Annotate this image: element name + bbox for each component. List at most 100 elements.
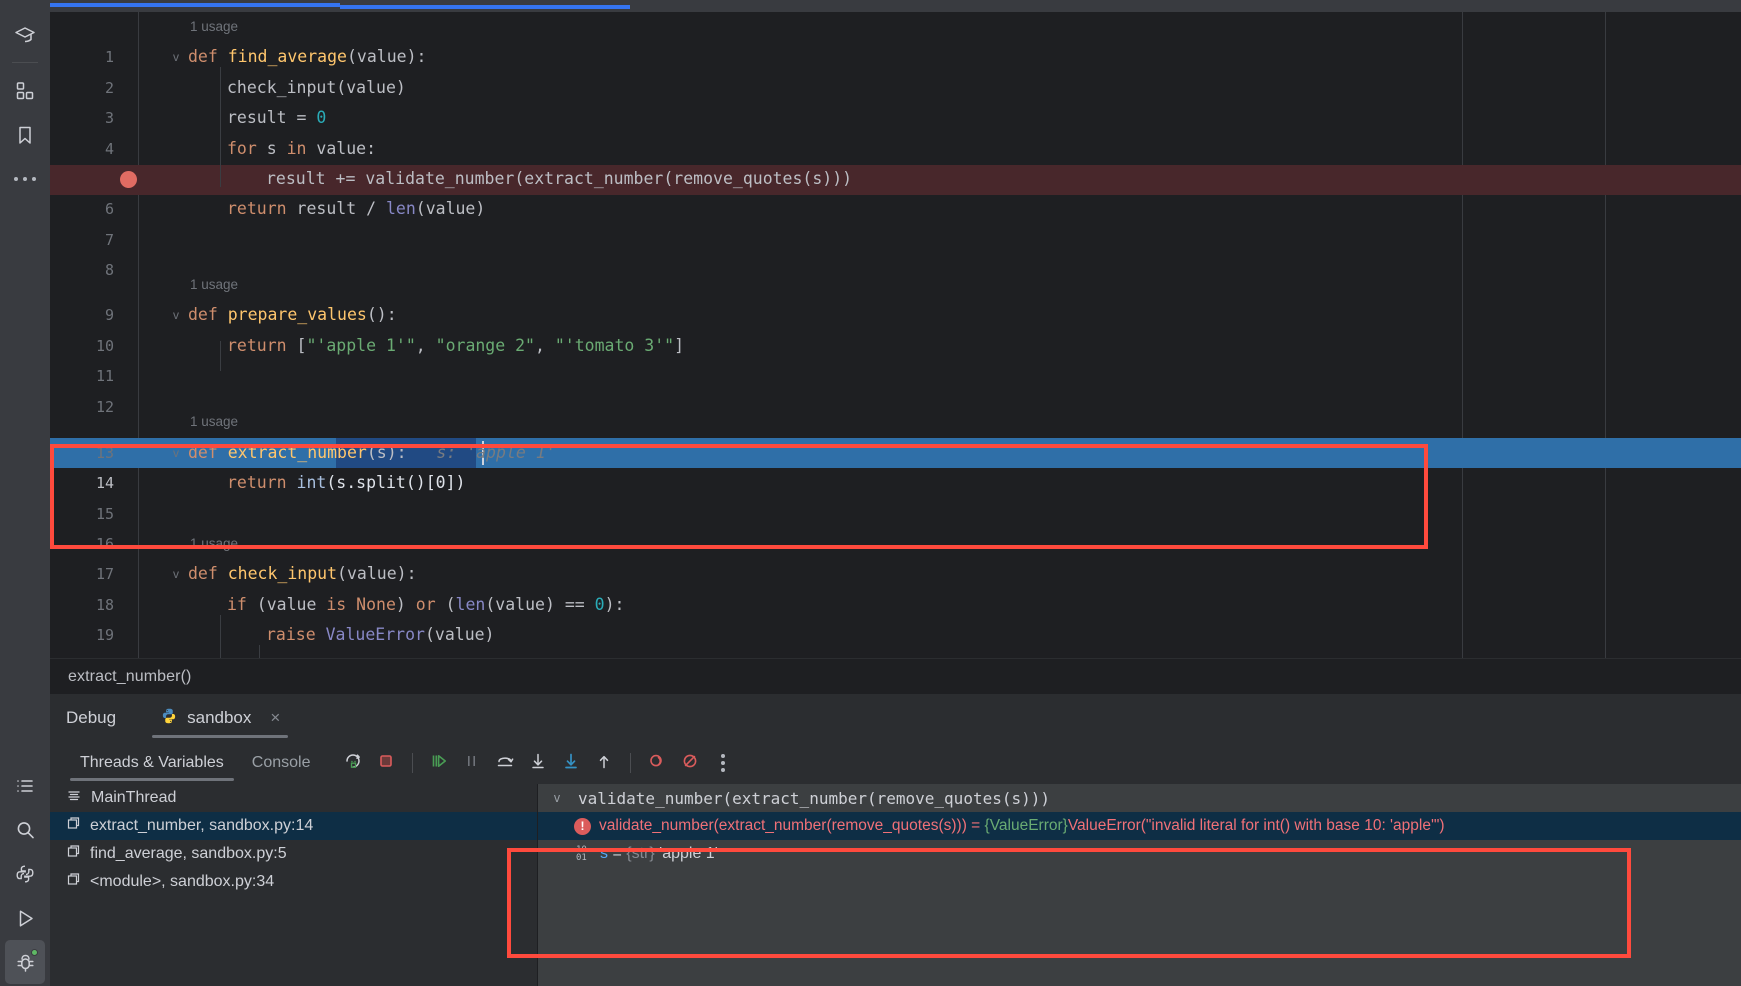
editor-tab-strip[interactable] <box>50 0 1741 12</box>
sidebar-item-python-console[interactable] <box>5 852 45 896</box>
variable-value: 'apple 1' <box>659 845 718 862</box>
kw-or: or <box>415 594 436 614</box>
editor-right-divider <box>1605 12 1606 658</box>
kw-def: def <box>188 305 218 325</box>
line-number: 9 <box>104 306 114 325</box>
toolbar-divider <box>630 753 632 773</box>
chevron-down-icon[interactable]: v <box>548 791 566 805</box>
inline-parameter-hint: s: 'apple 1' <box>436 442 556 462</box>
debug-status-dot <box>31 949 38 956</box>
debug-title: Debug <box>66 708 117 727</box>
builtin-len: len <box>385 199 416 219</box>
code-text: (): <box>366 305 397 325</box>
sidebar-item-bookmarks[interactable] <box>5 113 45 157</box>
code-line-17[interactable]: def check_input(value): <box>188 559 417 589</box>
sidebar-item-todo[interactable] <box>5 764 45 808</box>
line-number: 16 <box>95 535 114 553</box>
more-options-button[interactable] <box>708 748 738 778</box>
frame-row-2[interactable]: <module>, sandbox.py:34 <box>50 868 537 896</box>
variable-row-s[interactable]: 10 01 s = {str} 'apple 1' <box>538 840 1741 868</box>
play-icon <box>14 907 37 930</box>
line-number: 4 <box>104 139 114 158</box>
code-line-3[interactable]: result = 0 <box>227 103 326 133</box>
error-value: ValueError("invalid literal for int() wi… <box>1067 817 1445 834</box>
frame-icon <box>66 844 81 864</box>
code-line-2[interactable]: check_input(value) <box>227 73 406 103</box>
list-icon <box>14 775 36 797</box>
debug-toolbar <box>338 748 738 778</box>
indent-guide <box>220 67 221 187</box>
line-number: 3 <box>104 109 114 128</box>
rerun-button[interactable] <box>338 748 368 778</box>
code-text: ): <box>604 594 625 614</box>
code-line-13[interactable]: def extract_number(s): s: 'apple 1' <box>188 438 556 468</box>
code-line-18[interactable]: if (value is None) or (len(value) == 0): <box>227 590 624 620</box>
stop-icon <box>376 751 396 776</box>
variable-row-error[interactable]: ! validate_number(extract_number(remove_… <box>538 812 1741 840</box>
kw-def: def <box>188 564 218 584</box>
fold-arrow-icon[interactable]: v <box>169 300 183 330</box>
force-step-into-button[interactable] <box>556 748 586 778</box>
usage-hint[interactable]: 1 usage <box>190 529 238 559</box>
graduation-cap-icon <box>13 24 37 48</box>
indent-guide <box>220 615 221 658</box>
mute-breakpoints-button[interactable] <box>642 748 672 778</box>
error-icon: ! <box>574 817 591 835</box>
code-line-10[interactable]: return ["'apple 1'", "orange 2", "'tomat… <box>227 331 684 361</box>
code-editor[interactable]: 1 usage 1 usage 1 usage 1 usage 1 2 3 4 … <box>50 12 1741 658</box>
code-line-4[interactable]: for s in value: <box>227 134 376 164</box>
sidebar-item-learn[interactable] <box>5 14 45 58</box>
frame-row-0[interactable]: extract_number, sandbox.py:14 <box>50 812 537 840</box>
sidebar-item-find[interactable] <box>5 808 45 852</box>
string-literal: "orange 2" <box>435 335 535 355</box>
code-text: ( <box>326 473 337 493</box>
line-number: 12 <box>95 397 114 416</box>
breadcrumb-label: extract_number() <box>68 667 192 685</box>
code-line-6[interactable]: return result / len(value) <box>227 194 485 224</box>
fold-arrow-icon[interactable]: v <box>169 559 183 589</box>
fold-arrow-icon[interactable]: v <box>169 42 183 72</box>
kw-return: return <box>227 199 287 219</box>
sidebar-item-structure[interactable] <box>5 69 45 113</box>
step-into-button[interactable] <box>523 748 553 778</box>
frame-row-1[interactable]: find_average, sandbox.py:5 <box>50 840 537 868</box>
stop-button[interactable] <box>371 748 401 778</box>
fold-arrow-icon[interactable]: v <box>169 438 183 468</box>
equals-sign: = <box>966 817 985 834</box>
code-text: (value) <box>415 199 486 219</box>
sidebar-item-more[interactable] <box>5 157 45 201</box>
code-line-5[interactable]: result += validate_number(extract_number… <box>266 164 852 194</box>
kw-in: in <box>286 138 307 158</box>
view-breakpoints-button[interactable] <box>675 748 705 778</box>
watch-expression-row[interactable]: v validate_number(extract_number(remove_… <box>538 784 1741 812</box>
step-over-button[interactable] <box>490 748 520 778</box>
breakpoint-marker[interactable] <box>120 171 137 188</box>
usage-hint[interactable]: 1 usage <box>190 407 238 437</box>
search-icon <box>14 819 37 842</box>
code-text: value: <box>306 138 377 158</box>
resume-button[interactable] <box>424 748 454 778</box>
breadcrumb[interactable]: extract_number() <box>50 658 1741 694</box>
step-out-button[interactable] <box>589 748 619 778</box>
pause-button[interactable] <box>457 748 487 778</box>
close-icon[interactable]: × <box>270 708 280 728</box>
code-line-14[interactable]: return int(s.split()[0]) <box>227 468 465 498</box>
usage-hint[interactable]: 1 usage <box>190 12 238 42</box>
error-expression: validate_number(extract_number(remove_qu… <box>599 817 1445 835</box>
code-line-19[interactable]: raise ValueError(value) <box>266 620 495 650</box>
frame-icon <box>66 816 81 836</box>
thread-row[interactable]: MainThread <box>50 784 537 812</box>
sidebar-item-run[interactable] <box>5 896 45 940</box>
code-line-9[interactable]: def prepare_values(): <box>188 300 397 330</box>
tab-console[interactable]: Console <box>238 742 325 784</box>
line-number: 20 <box>50 651 114 658</box>
grid-squares-icon <box>14 80 36 102</box>
usage-hint[interactable]: 1 usage <box>190 270 238 300</box>
indent-guide <box>259 645 260 658</box>
kw-raise: raise <box>266 625 316 645</box>
line-number: 7 <box>104 230 114 249</box>
sidebar-item-debug[interactable] <box>5 940 45 984</box>
tab-threads-and-variables[interactable]: Threads & Variables <box>66 742 238 784</box>
code-line-1[interactable]: def find_average(value): <box>188 42 426 72</box>
run-configuration-tab[interactable]: sandbox × <box>146 694 294 742</box>
